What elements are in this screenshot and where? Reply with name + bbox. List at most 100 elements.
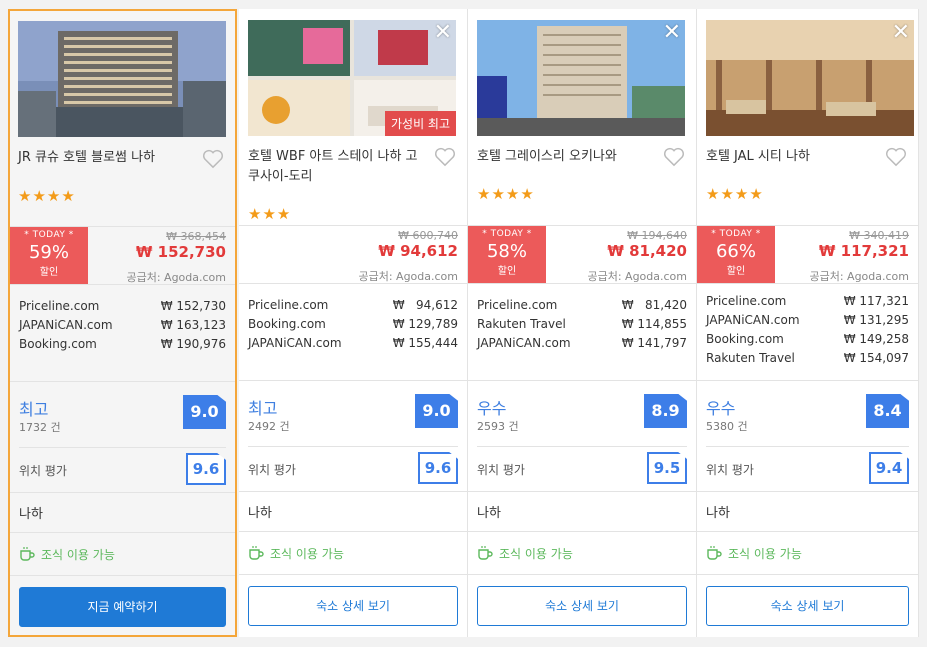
divider (477, 446, 687, 447)
offer-row[interactable]: JAPANiCAN.com ₩ 141,797 (468, 334, 696, 353)
hotel-name[interactable]: 호텔 WBF 아트 스테이 나하 고쿠사이-도리 (248, 147, 428, 187)
divider (706, 446, 909, 447)
today-label: * TODAY * (711, 229, 761, 239)
breakfast-label: 조식 이용 가능 (728, 546, 802, 561)
review-score-badge: 8.9 (644, 394, 687, 428)
hotel-photo[interactable] (18, 21, 226, 137)
offer-row[interactable]: JAPANiCAN.com ₩ 163,123 (10, 316, 235, 335)
discount-label: 할인 (39, 267, 59, 278)
breakfast-info: 조식 이용 가능 (10, 532, 235, 575)
price-box: * TODAY * 66% 할인 ₩ 340,419 ₩ 117,321 공급처… (697, 225, 918, 284)
hotel-name[interactable]: JR 큐슈 호텔 블로썸 나하 (18, 148, 198, 168)
view-details-button[interactable]: 숙소 상세 보기 (477, 586, 687, 626)
offer-price: ₩ 149,258 (843, 332, 909, 346)
offer-site: Priceline.com (477, 298, 558, 312)
offer-site: JAPANiCAN.com (706, 313, 800, 327)
offer-site: JAPANiCAN.com (248, 336, 342, 350)
offer-row[interactable]: JAPANiCAN.com ₩ 131,295 (697, 311, 918, 330)
breakfast-label: 조식 이용 가능 (41, 547, 115, 562)
offer-price: ₩ 81,420 (621, 298, 687, 312)
star-rating: ★★★★ (477, 185, 535, 203)
star-rating: ★★★★ (18, 187, 76, 205)
location-label: 위치 평가 (477, 463, 525, 477)
final-price[interactable]: ₩ 94,612 (378, 242, 458, 260)
hotel-photo[interactable]: ✕ (477, 20, 685, 136)
original-price: ₩ 600,740 (398, 229, 458, 242)
view-details-button[interactable]: 숙소 상세 보기 (248, 586, 458, 626)
offer-row[interactable]: Rakuten Travel ₩ 114,855 (468, 315, 696, 334)
heart-icon[interactable] (663, 147, 685, 167)
review-count[interactable]: 2492 건 (248, 418, 290, 434)
today-deal-badge: * TODAY * 66% 할인 (697, 226, 775, 284)
supplier: 공급처: Agoda.com (358, 270, 458, 283)
rating-section: 최고 1732 건 9.0 위치 평가 9.6 (10, 381, 235, 492)
location-label: 위치 평가 (706, 463, 754, 477)
offer-site: Priceline.com (19, 299, 100, 313)
rating-word: 우수 (477, 399, 507, 418)
offer-row[interactable]: Booking.com ₩ 190,976 (10, 335, 235, 354)
offer-row[interactable]: Priceline.com ₩ 81,420 (468, 296, 696, 315)
hotel-photo[interactable]: ✕ 가성비 최고 (248, 20, 456, 136)
hotel-card[interactable]: ✕ 가성비 최고 호텔 WBF 아트 스테이 나하 고쿠사이-도리 ★★★ ₩ … (239, 9, 468, 637)
location-label: 위치 평가 (248, 463, 296, 477)
breakfast-label: 조식 이용 가능 (499, 546, 573, 561)
discount-label: 할인 (726, 266, 746, 277)
offer-site: Booking.com (248, 317, 326, 331)
offer-site: Rakuten Travel (477, 317, 566, 331)
review-count[interactable]: 2593 건 (477, 418, 519, 434)
offer-list: Priceline.com ₩ 117,321 JAPANiCAN.com ₩ 13… (697, 283, 918, 380)
offer-row[interactable]: Priceline.com ₩ 94,612 (239, 296, 467, 315)
final-price[interactable]: ₩ 81,420 (607, 242, 687, 260)
hotel-comparison: JR 큐슈 호텔 블로썸 나하 ★★★★ * TODAY * 59% 할인 ₩ … (0, 0, 927, 647)
offer-row[interactable]: Priceline.com ₩ 117,321 (697, 292, 918, 311)
best-value-badge: 가성비 최고 (384, 111, 456, 136)
hotel-card[interactable]: ✕ 호텔 그레이스리 오키나와 ★★★★ * TODAY * 58% 할인 ₩ … (468, 9, 697, 637)
price-box: * TODAY * 58% 할인 ₩ 194,640 ₩ 81,420 공급처:… (468, 225, 696, 284)
view-details-button[interactable]: 숙소 상세 보기 (706, 586, 909, 626)
breakfast-label: 조식 이용 가능 (270, 546, 344, 561)
final-price[interactable]: ₩ 152,730 (136, 243, 226, 261)
price-box: * TODAY * 59% 할인 ₩ 368,454 ₩ 152,730 공급처… (10, 226, 235, 285)
offer-list: Priceline.com ₩ 81,420 Rakuten Travel ₩ 11… (468, 283, 696, 380)
coffee-cup-icon (20, 547, 35, 561)
action-area: 숙소 상세 보기 (697, 574, 918, 637)
offer-site: Rakuten Travel (706, 351, 795, 365)
location-score-badge: 9.6 (418, 452, 458, 484)
offer-price: ₩ 163,123 (160, 318, 226, 332)
hotel-name[interactable]: 호텔 그레이스리 오키나와 (477, 147, 657, 167)
hotel-card[interactable]: ✕ 호텔 JAL 시티 나하 ★★★★ * TODAY * 66% 할인 ₩ 3… (697, 9, 919, 637)
offer-price: ₩ 152,730 (160, 299, 226, 313)
today-deal-badge: * TODAY * 59% 할인 (10, 227, 88, 285)
offer-price: ₩ 117,321 (843, 294, 909, 308)
offer-row[interactable]: Priceline.com ₩ 152,730 (10, 297, 235, 316)
offer-price: ₩ 190,976 (160, 337, 226, 351)
offer-row[interactable]: Booking.com ₩ 129,789 (239, 315, 467, 334)
rating-word: 우수 (706, 399, 736, 418)
heart-icon[interactable] (202, 149, 224, 169)
supplier: 공급처: Agoda.com (809, 270, 909, 283)
heart-icon[interactable] (885, 147, 907, 167)
offer-site: JAPANiCAN.com (477, 336, 571, 350)
heart-icon[interactable] (434, 147, 456, 167)
hotel-photo[interactable]: ✕ (706, 20, 914, 136)
offer-site: Priceline.com (706, 294, 787, 308)
hotel-card[interactable]: JR 큐슈 호텔 블로썸 나하 ★★★★ * TODAY * 59% 할인 ₩ … (8, 9, 237, 637)
divider (19, 447, 226, 448)
review-count[interactable]: 5380 건 (706, 418, 748, 434)
offer-row[interactable]: Booking.com ₩ 149,258 (697, 330, 918, 349)
offer-row[interactable]: JAPANiCAN.com ₩ 155,444 (239, 334, 467, 353)
breakfast-info: 조식 이용 가능 (239, 531, 467, 574)
review-score-badge: 9.0 (183, 395, 226, 429)
close-icon[interactable]: ✕ (663, 22, 681, 44)
book-now-button[interactable]: 지금 예약하기 (19, 587, 226, 627)
hotel-name[interactable]: 호텔 JAL 시티 나하 (706, 147, 886, 167)
action-area: 숙소 상세 보기 (239, 574, 467, 637)
offer-site: Booking.com (19, 337, 97, 351)
review-count[interactable]: 1732 건 (19, 419, 61, 435)
review-score-badge: 9.0 (415, 394, 458, 428)
final-price[interactable]: ₩ 117,321 (819, 242, 909, 260)
close-icon[interactable]: ✕ (892, 22, 910, 44)
close-icon[interactable]: ✕ (434, 22, 452, 44)
offer-list: Priceline.com ₩ 94,612 Booking.com ₩ 129,7… (239, 283, 467, 380)
offer-row[interactable]: Rakuten Travel ₩ 154,097 (697, 349, 918, 368)
